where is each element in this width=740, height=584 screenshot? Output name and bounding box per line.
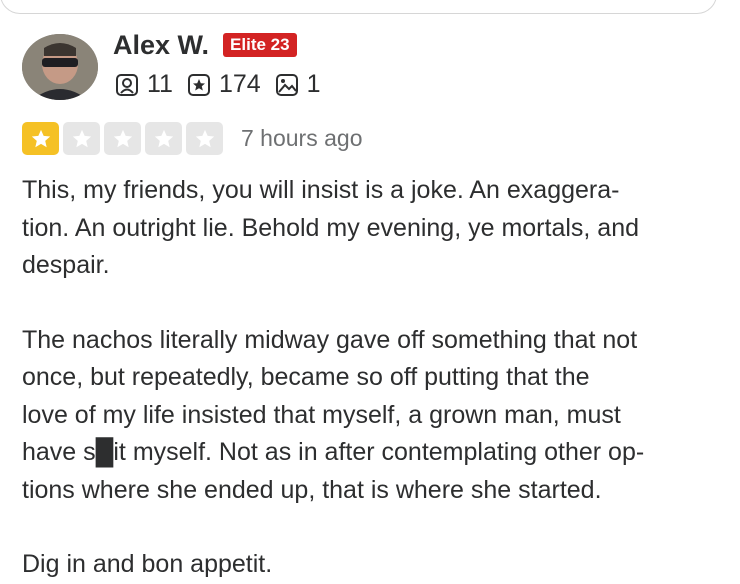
- friends-count: 11: [147, 70, 173, 98]
- reviewer-name[interactable]: Alex W.: [113, 30, 209, 61]
- star-icon: [186, 122, 223, 155]
- star-icon: [63, 122, 100, 155]
- elite-badge[interactable]: Elite 23: [223, 33, 297, 57]
- star-icon: [104, 122, 141, 155]
- photos-icon: [275, 73, 298, 96]
- rating-row: 7 hours ago: [22, 122, 362, 155]
- reviews-count: 174: [218, 70, 261, 98]
- review-paragraph: Dig in and bon appetit.: [22, 550, 273, 578]
- photos-stat: 1: [275, 70, 321, 99]
- friends-icon: [116, 73, 138, 96]
- reviewer-stats: 11 174 1: [115, 70, 335, 99]
- avatar[interactable]: [22, 34, 98, 100]
- friends-stat: 11: [115, 70, 173, 99]
- review-paragraph: The nachos literally midway gave off som…: [22, 325, 645, 504]
- photos-count: 1: [306, 70, 321, 98]
- star-icon: [145, 122, 182, 155]
- avatar-image: [22, 34, 98, 100]
- reviews-stat: 174: [187, 70, 261, 99]
- reviews-icon: [187, 73, 210, 96]
- previous-card: [0, 0, 717, 14]
- reviewer-header: Alex W. Elite 23: [113, 28, 297, 62]
- review-text: This, my friends, you will insist is a j…: [22, 172, 722, 584]
- review-time: 7 hours ago: [241, 125, 363, 151]
- review-paragraph: This, my friends, you will insist is a j…: [22, 176, 640, 279]
- star-icon: [22, 122, 59, 155]
